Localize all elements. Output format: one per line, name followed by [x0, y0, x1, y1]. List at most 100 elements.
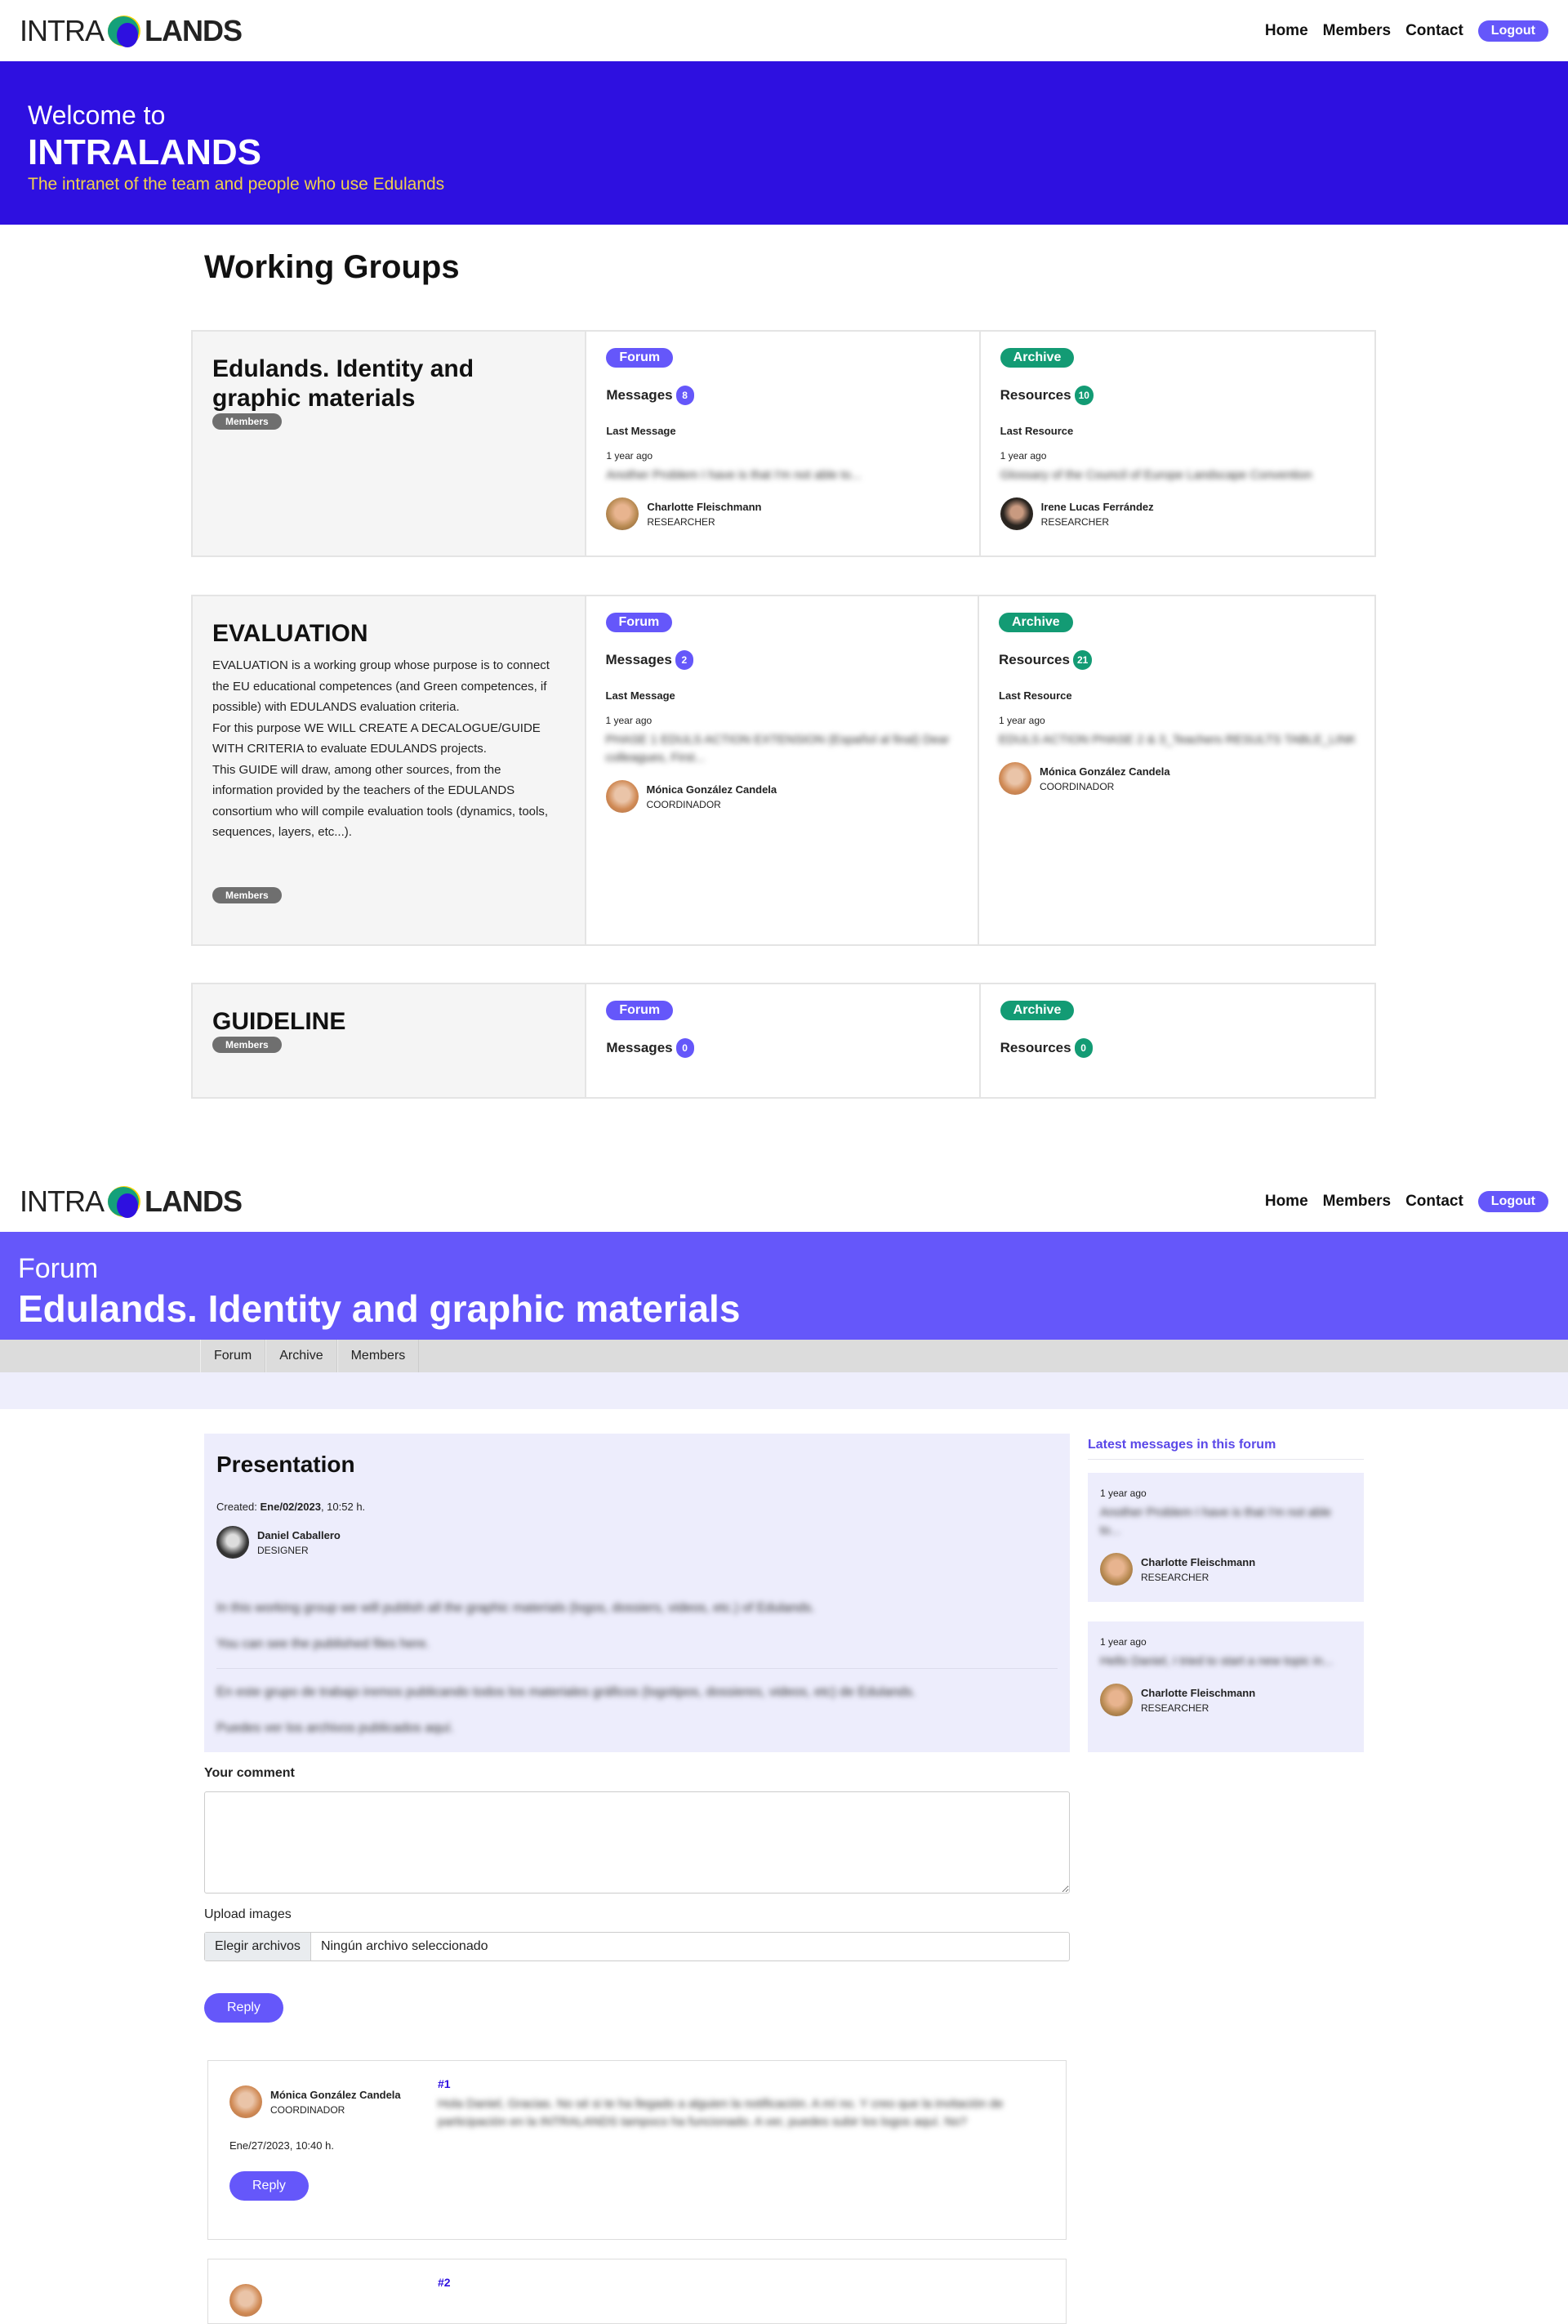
- resources-count-badge: 0: [1074, 1038, 1093, 1058]
- user-name: Charlotte Fleischmann: [1141, 1555, 1256, 1568]
- file-status: Ningún archivo seleccionado: [320, 1939, 488, 1953]
- logout-button[interactable]: Logout: [1477, 1190, 1548, 1212]
- post-paragraph[interactable]: Puedes ver los archivos publicados aquí.: [216, 1720, 1058, 1737]
- message-excerpt[interactable]: Hello Daniel, I tried to start a new top…: [1100, 1653, 1352, 1671]
- nav-members[interactable]: Members: [1323, 1193, 1391, 1211]
- tab-archive[interactable]: Archive: [265, 1340, 337, 1372]
- forum-post: Presentation Created: Ene/02/2023, 10:52…: [204, 1434, 1070, 1752]
- created-label: Created:: [216, 1501, 257, 1513]
- messages-count-badge: 8: [675, 386, 694, 405]
- archive-button[interactable]: Archive: [1000, 348, 1075, 368]
- archive-button[interactable]: Archive: [1000, 1001, 1075, 1020]
- members-button[interactable]: Members: [212, 1037, 282, 1053]
- comment-textarea[interactable]: [204, 1791, 1070, 1894]
- tab-members[interactable]: Members: [336, 1340, 420, 1372]
- working-group-card: Edulands. Identity and graphic materials…: [191, 330, 1376, 557]
- post-paragraph[interactable]: You can see the published files here.: [216, 1635, 1058, 1653]
- message-author: Charlotte Fleischmann RESEARCHER: [1100, 1684, 1352, 1716]
- messages-label: Messages: [606, 387, 673, 403]
- resource-author: Irene Lucas Ferrández RESEARCHER: [1000, 497, 1355, 530]
- forum-tabs: Forum Archive Members: [0, 1340, 1568, 1372]
- messages-label: Messages: [605, 652, 672, 667]
- user-name: Mónica González Candela: [1040, 765, 1170, 778]
- sub-band: [0, 1372, 1568, 1409]
- user-role: RESEARCHER: [1141, 1571, 1209, 1583]
- divider: [216, 1668, 1058, 1669]
- group-description: EVALUATION is a working group whose purp…: [212, 655, 565, 843]
- group-title[interactable]: EVALUATION: [212, 619, 565, 649]
- last-message-label: Last Message: [606, 425, 676, 437]
- logo-icon: [108, 15, 140, 47]
- avatar: [999, 762, 1031, 795]
- avatar: [229, 2085, 262, 2118]
- message-excerpt[interactable]: Another Problem I have is that I'm not a…: [606, 466, 959, 484]
- latest-message-card[interactable]: 1 year ago Another Problem I have is tha…: [1088, 1473, 1364, 1602]
- members-button[interactable]: Members: [212, 887, 282, 903]
- messages-count-badge: 0: [675, 1038, 694, 1058]
- messages-count-badge: 2: [675, 650, 693, 670]
- resource-time: 1 year ago: [1000, 450, 1047, 462]
- message-excerpt[interactable]: Another Problem I have is that I'm not a…: [1100, 1504, 1352, 1540]
- avatar: [1000, 497, 1033, 530]
- message-excerpt[interactable]: PHASE 1 EDULS ACTION EXTENSION (Español …: [606, 731, 959, 767]
- avatar: [1100, 1684, 1133, 1716]
- hero-title: INTRALANDS: [28, 132, 261, 172]
- nav-members[interactable]: Members: [1323, 22, 1391, 40]
- choose-files-button[interactable]: Elegir archivos: [205, 1933, 311, 1960]
- user-role: RESEARCHER: [647, 515, 715, 528]
- working-group-card: EVALUATION EVALUATION is a working group…: [191, 595, 1376, 946]
- main-nav: Home Members Contact Logout: [1265, 1190, 1548, 1212]
- comment-card: Mónica González Candela COORDINADOR Ene/2…: [207, 2060, 1067, 2240]
- resources-label: Resources: [999, 652, 1070, 667]
- page-title: Working Groups: [204, 249, 460, 285]
- resources-count-badge: 21: [1072, 650, 1093, 670]
- archive-button[interactable]: Archive: [999, 613, 1073, 632]
- group-archive: Archive Resources 0: [981, 984, 1374, 1097]
- latest-messages-sidebar: Latest messages in this forum 1 year ago…: [1088, 1438, 1364, 1752]
- group-title[interactable]: Edulands. Identity and graphic materials: [212, 355, 565, 413]
- group-title[interactable]: GUIDELINE: [212, 1007, 565, 1037]
- resources-count-badge: 10: [1074, 386, 1094, 405]
- tab-forum[interactable]: Forum: [200, 1340, 266, 1372]
- forum-title: Edulands. Identity and graphic materials: [18, 1287, 741, 1330]
- reply-button[interactable]: Reply: [204, 1993, 283, 2023]
- hero-subtitle: The intranet of the team and people who …: [28, 175, 445, 194]
- message-time: 1 year ago: [606, 450, 653, 462]
- nav-home[interactable]: Home: [1265, 22, 1308, 40]
- main-nav: Home Members Contact Logout: [1265, 20, 1548, 42]
- user-role: COORDINADOR: [1040, 780, 1115, 792]
- comment-number[interactable]: #1: [438, 2077, 1045, 2090]
- user-role: RESEARCHER: [1141, 1702, 1209, 1714]
- avatar: [606, 497, 639, 530]
- logo[interactable]: INTRA LANDS: [20, 1184, 243, 1220]
- logo-text-right: LANDS: [145, 1184, 243, 1218]
- logo[interactable]: INTRA LANDS: [20, 13, 243, 49]
- forum-button[interactable]: Forum: [605, 613, 673, 632]
- last-resource-label: Last Resource: [1000, 425, 1074, 437]
- comment-reply-button[interactable]: Reply: [229, 2171, 309, 2201]
- nav-home[interactable]: Home: [1265, 1193, 1308, 1211]
- logo-text-right: LANDS: [145, 13, 243, 47]
- user-role: DESIGNER: [257, 1544, 309, 1556]
- resource-excerpt[interactable]: EDULS ACTION PHASE 2 & 3_Teachers RESULT…: [999, 731, 1355, 749]
- upload-images-input[interactable]: Elegir archivos Ningún archivo seleccion…: [204, 1932, 1070, 1961]
- forum-button[interactable]: Forum: [606, 348, 674, 368]
- post-created: Created: Ene/02/2023, 10:52 h.: [216, 1501, 1058, 1513]
- latest-message-card[interactable]: 1 year ago Hello Daniel, I tried to star…: [1088, 1621, 1364, 1752]
- resource-time: 1 year ago: [999, 715, 1045, 726]
- resource-author: Mónica González Candela COORDINADOR: [999, 762, 1355, 795]
- members-button[interactable]: Members: [212, 413, 282, 430]
- nav-contact[interactable]: Contact: [1405, 1193, 1463, 1211]
- welcome-text: Welcome to: [28, 100, 166, 130]
- forum-kicker: Forum: [18, 1253, 99, 1284]
- last-message-label: Last Message: [605, 689, 675, 702]
- user-name: Mónica González Candela: [646, 783, 777, 796]
- group-archive: Archive Resources 10 Last Resource 1 year…: [981, 332, 1374, 555]
- created-time: , 10:52 h.: [320, 1501, 366, 1513]
- top-header: INTRA LANDS Home Members Contact Logout: [0, 0, 1568, 61]
- nav-contact[interactable]: Contact: [1405, 22, 1463, 40]
- message-time: 1 year ago: [605, 715, 653, 726]
- logout-button[interactable]: Logout: [1477, 20, 1548, 42]
- resource-excerpt[interactable]: Glossary of the Council of Europe Landsc…: [1000, 466, 1355, 484]
- forum-button[interactable]: Forum: [606, 1001, 674, 1020]
